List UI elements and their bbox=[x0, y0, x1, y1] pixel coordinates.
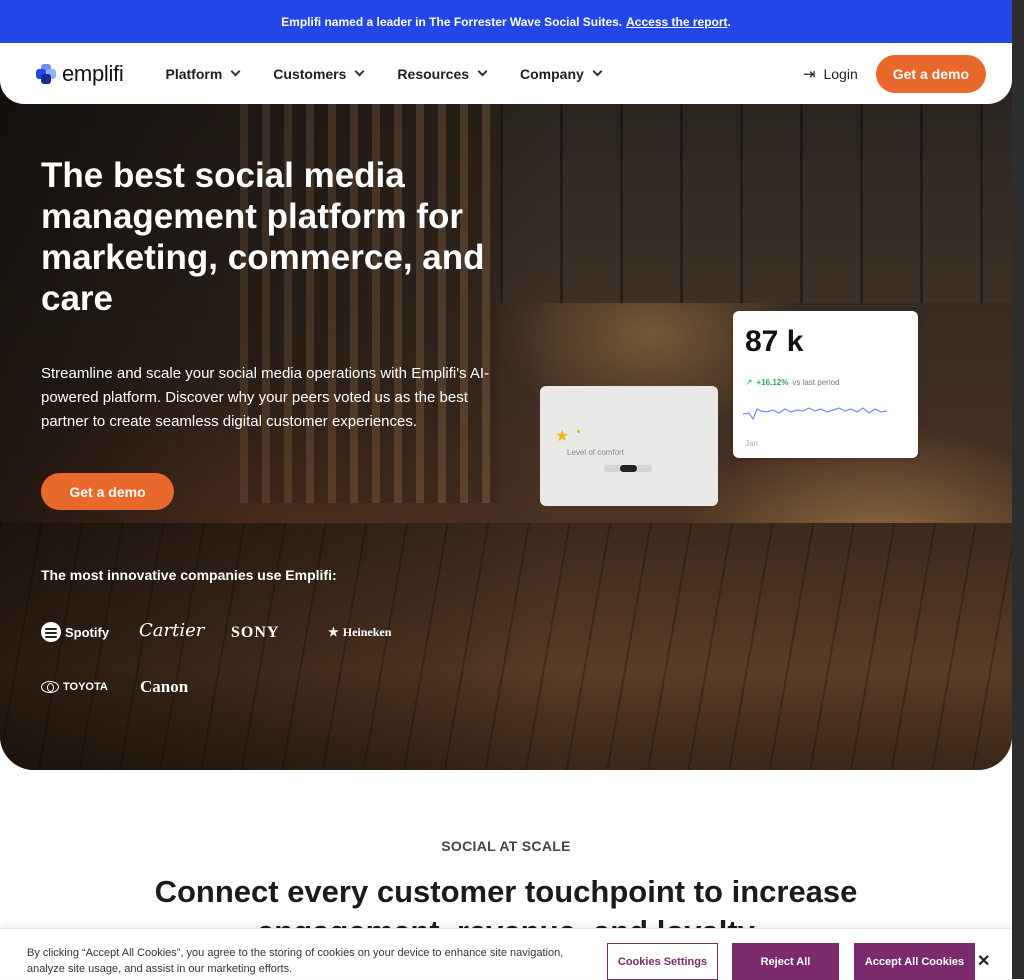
cookie-text: By clicking “Accept All Cookies”, you ag… bbox=[27, 947, 564, 975]
chevron-down-icon bbox=[230, 66, 241, 77]
hero-title: The best social media management platfor… bbox=[41, 156, 485, 318]
toyota-wordmark: TOYOTA bbox=[63, 681, 108, 693]
nav-item-label: Resources bbox=[397, 65, 470, 82]
main-navbar: emplifi Platform Customers Resources Com… bbox=[0, 43, 1012, 104]
cookie-banner: By clicking “Accept All Cookies”, you ag… bbox=[0, 928, 1012, 980]
spotify-icon bbox=[41, 622, 61, 642]
emplifi-logo[interactable]: emplifi bbox=[36, 60, 124, 87]
comfort-slider-knob bbox=[619, 465, 637, 472]
announcement-bar: Emplifi named a leader in The Forrester … bbox=[0, 0, 1012, 43]
emplifi-logo-icon bbox=[36, 63, 56, 84]
close-icon[interactable]: ✕ bbox=[977, 951, 990, 971]
heineken-logo: ★ Heineken bbox=[328, 625, 391, 640]
logos-title: The most innovative companies use Emplif… bbox=[41, 567, 337, 583]
spotify-wordmark: Spotify bbox=[65, 624, 110, 640]
sparkline-line bbox=[743, 407, 888, 421]
stat-axis-label: Jan bbox=[745, 439, 758, 448]
star-dot bbox=[577, 430, 580, 433]
chevron-down-icon bbox=[477, 66, 488, 77]
heineken-wordmark: Heineken bbox=[342, 625, 392, 639]
cartier-logo: Cartier bbox=[139, 620, 205, 641]
section-title: Connect every customer touchpoint to inc… bbox=[154, 874, 858, 909]
sparkline-chart bbox=[743, 407, 888, 421]
stat-trend: ↗ +16.12% vs last period bbox=[745, 377, 840, 388]
nav-item-platform[interactable]: Platform bbox=[165, 65, 241, 82]
trend-suffix: vs last period bbox=[792, 378, 840, 387]
login-link[interactable]: ⇥ Login bbox=[803, 65, 858, 83]
window-edge bbox=[1012, 0, 1024, 979]
nav-item-label: Customers bbox=[273, 65, 347, 82]
hero-subtitle: Streamline and scale your social media o… bbox=[41, 365, 490, 430]
chevron-down-icon bbox=[354, 66, 365, 77]
trend-percent: +16.12% bbox=[756, 378, 789, 387]
hero-demo-button[interactable]: Get a demo bbox=[41, 473, 174, 510]
toyota-logo: TOYOTA bbox=[41, 681, 108, 693]
canon-logo: Canon bbox=[140, 677, 189, 696]
stat-value: 87 k bbox=[745, 325, 804, 358]
chevron-down-icon bbox=[592, 66, 603, 77]
announcement-text: Emplifi named a leader in The Forrester … bbox=[281, 14, 623, 29]
nav-demo-button[interactable]: Get a demo bbox=[875, 54, 986, 93]
announcement-suffix: . bbox=[727, 14, 731, 29]
stat-card: 87 k ↗ +16.12% vs last period Jan bbox=[733, 311, 918, 458]
hero-photo-ceiling bbox=[500, 103, 1012, 303]
nav-item-label: Company bbox=[520, 65, 584, 82]
nav-menu: Platform Customers Resources Company bbox=[165, 65, 603, 82]
nav-item-resources[interactable]: Resources bbox=[397, 65, 488, 82]
sony-logo: SONY bbox=[231, 624, 280, 641]
spotify-logo: Spotify bbox=[41, 622, 109, 642]
section-eyebrow: SOCIAL AT SCALE bbox=[441, 838, 571, 854]
star-icon: ★ bbox=[555, 428, 570, 445]
nav-item-customers[interactable]: Customers bbox=[273, 65, 365, 82]
accept-all-button[interactable]: Accept All Cookies bbox=[854, 943, 975, 980]
login-icon: ⇥ bbox=[802, 65, 816, 83]
comfort-label: Level of comfort bbox=[567, 448, 624, 457]
announcement-link[interactable]: Access the report bbox=[626, 15, 727, 29]
comfort-slider bbox=[604, 465, 652, 472]
nav-item-company[interactable]: Company bbox=[520, 65, 603, 82]
toyota-emblem-icon bbox=[41, 681, 59, 693]
cookie-settings-button[interactable]: Cookies Settings bbox=[607, 943, 718, 980]
comfort-card: ★ Level of comfort bbox=[540, 386, 718, 506]
login-label: Login bbox=[823, 65, 858, 82]
logo-text: emplifi bbox=[62, 60, 124, 86]
reject-all-button[interactable]: Reject All bbox=[732, 943, 839, 980]
nav-item-label: Platform bbox=[165, 65, 223, 82]
star-icon: ★ bbox=[328, 625, 339, 639]
trend-up-icon: ↗ bbox=[745, 377, 753, 387]
nav-actions: ⇥ Login Get a demo bbox=[803, 54, 986, 93]
